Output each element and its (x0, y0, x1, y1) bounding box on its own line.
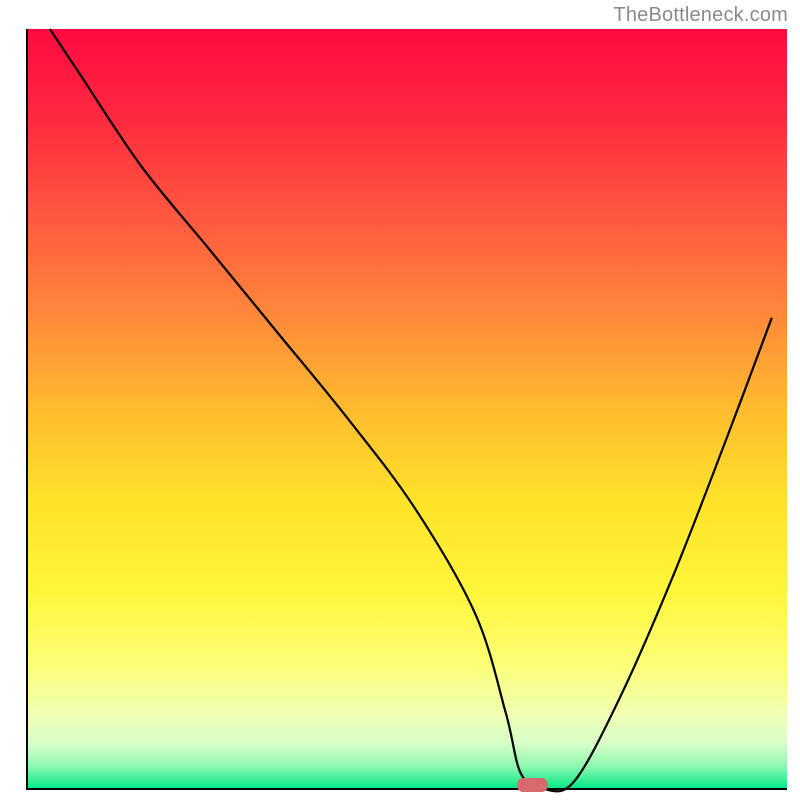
plot-background (27, 29, 787, 789)
bottleneck-chart: TheBottleneck.com (0, 0, 800, 800)
optimum-marker (517, 778, 547, 792)
plot-svg (0, 0, 800, 800)
